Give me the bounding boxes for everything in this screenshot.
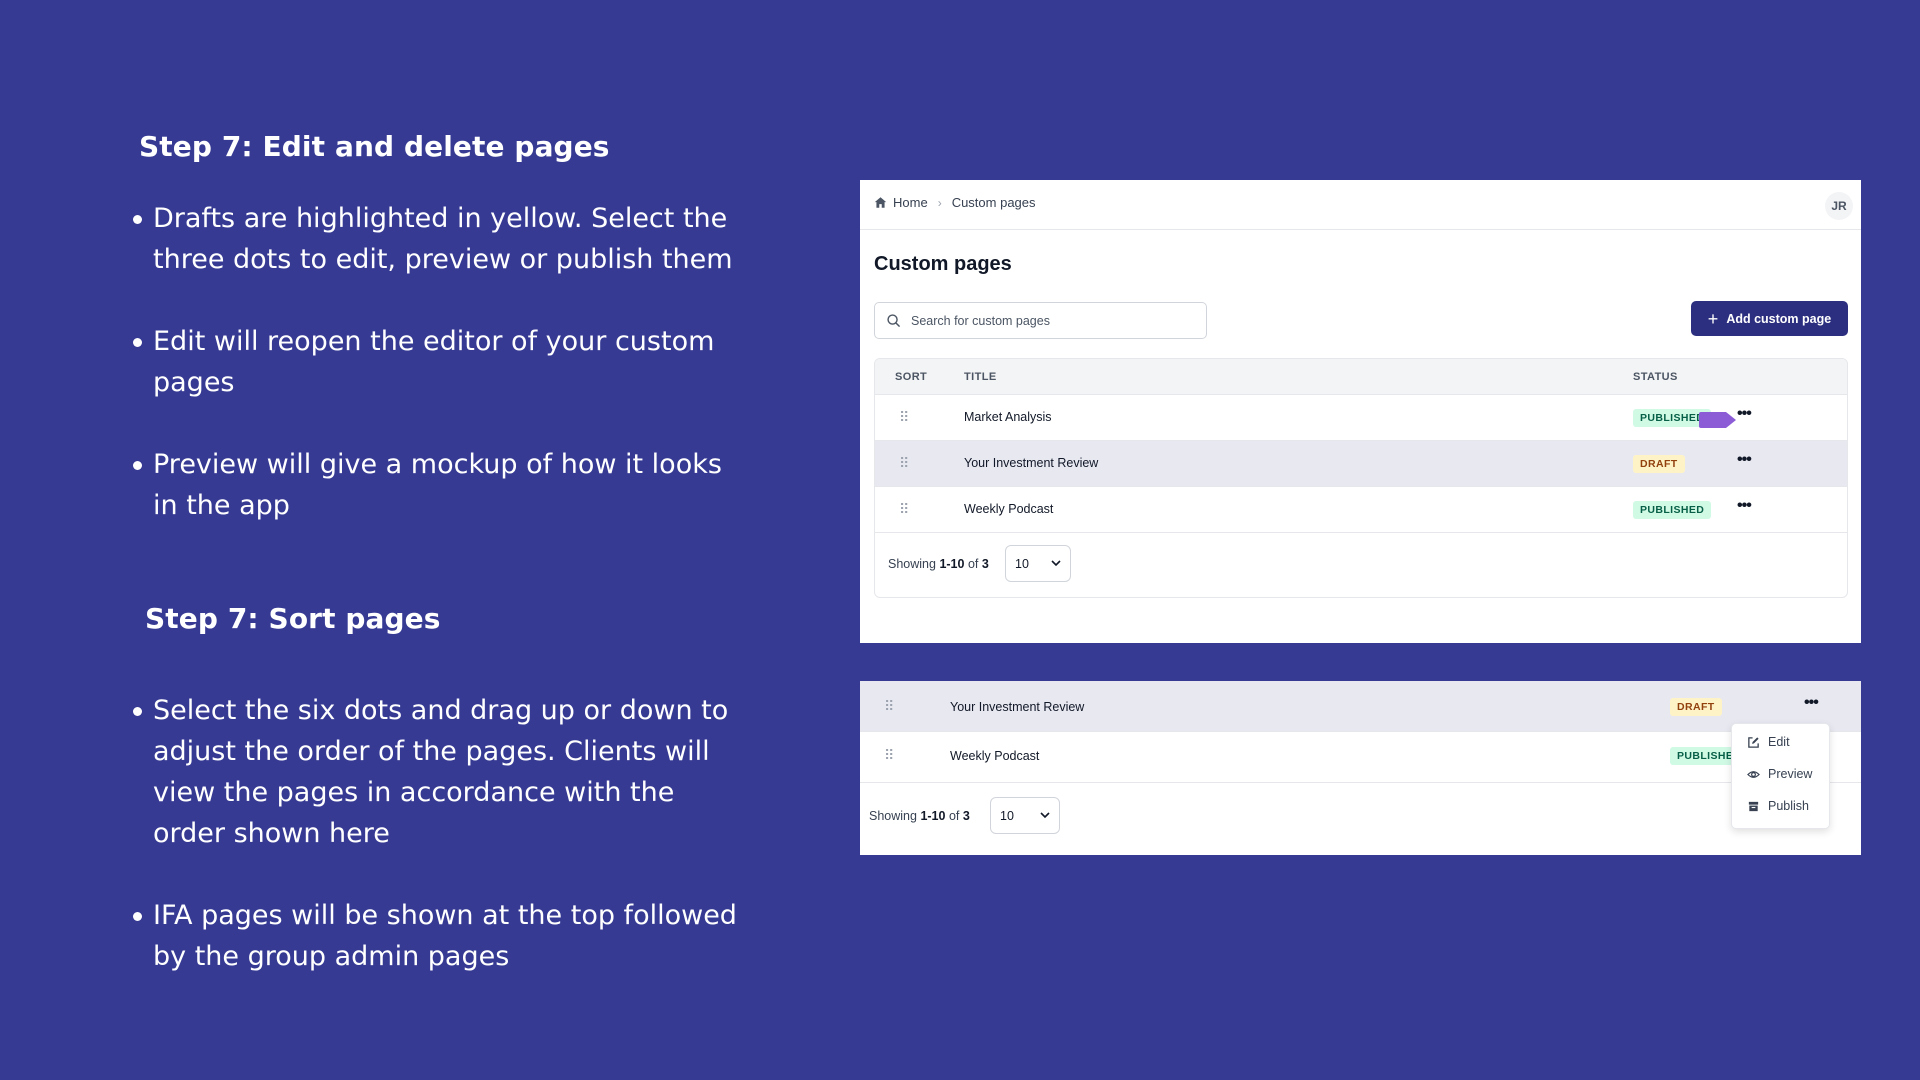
page-title-cell: Weekly Podcast: [964, 502, 1054, 516]
search-input[interactable]: Search for custom pages: [874, 302, 1207, 339]
search-placeholder: Search for custom pages: [911, 313, 1050, 328]
column-header-title[interactable]: TITLE: [964, 371, 997, 383]
arrow-tag-icon: [1699, 412, 1736, 428]
table-row: ⠿ Weekly Podcast PUBLISHE: [860, 732, 1861, 783]
menu-item-edit[interactable]: Edit: [1747, 735, 1790, 749]
per-page-select[interactable]: 10: [990, 797, 1060, 834]
status-badge: DRAFT: [1670, 698, 1722, 716]
per-page-select[interactable]: 10: [1005, 545, 1071, 582]
bullet-item: Select the six dots and drag up or down …: [133, 690, 753, 854]
drag-handle-icon[interactable]: ⠿: [899, 502, 909, 516]
custom-pages-table: SORT TITLE STATUS ⠿ Market Analysis PUBL…: [874, 358, 1848, 598]
drag-handle-icon[interactable]: ⠿: [899, 410, 909, 424]
add-custom-page-label: Add custom page: [1726, 311, 1832, 326]
pagination-summary: Showing 1-10 of 3: [869, 809, 970, 823]
column-header-status[interactable]: STATUS: [1633, 371, 1678, 383]
drag-handle-icon[interactable]: ⠿: [884, 699, 894, 713]
more-dots-icon[interactable]: •••: [1737, 497, 1752, 515]
top-bar: Home › Custom pages JR: [860, 180, 1861, 230]
per-page-value: 10: [1015, 556, 1029, 571]
edit-delete-bullet-list: Drafts are highlighted in yellow. Select…: [133, 198, 753, 567]
add-custom-page-button[interactable]: + Add custom page: [1691, 301, 1848, 336]
eye-icon: [1747, 770, 1760, 778]
avatar[interactable]: JR: [1825, 192, 1853, 220]
edit-icon: [1748, 736, 1759, 748]
bullet-item: Drafts are highlighted in yellow. Select…: [133, 198, 753, 280]
row-actions-menu: Edit Preview Publish: [1731, 723, 1830, 829]
table-row: ⠿ Your Investment Review DRAFT •••: [860, 681, 1861, 732]
publish-icon: [1748, 801, 1759, 811]
chevron-down-icon: [1051, 560, 1061, 567]
page-title-cell: Weekly Podcast: [950, 749, 1040, 763]
table-row: ⠿ Weekly Podcast PUBLISHED •••: [875, 486, 1847, 532]
table-footer: Showing 1-10 of 3 10: [875, 532, 1847, 592]
bullet-item: Preview will give a mockup of how it loo…: [133, 444, 753, 526]
chevron-right-icon: ›: [937, 195, 942, 210]
page-title-cell: Market Analysis: [964, 410, 1052, 424]
more-dots-icon[interactable]: •••: [1737, 451, 1752, 469]
section-heading-edit-delete: Step 7: Edit and delete pages: [139, 130, 610, 163]
table-footer: Showing 1-10 of 3 10: [860, 783, 1861, 843]
chevron-down-icon: [1040, 812, 1050, 819]
status-badge: PUBLISHED: [1633, 501, 1712, 519]
pagination-summary: Showing 1-10 of 3: [888, 557, 989, 571]
breadcrumb-home[interactable]: Home: [893, 195, 928, 210]
status-badge: PUBLISHE: [1670, 747, 1741, 765]
more-dots-icon[interactable]: •••: [1804, 694, 1819, 712]
plus-icon: +: [1707, 308, 1719, 329]
bullet-item: IFA pages will be shown at the top follo…: [133, 895, 753, 977]
drag-handle-icon[interactable]: ⠿: [899, 456, 909, 470]
page-title: Custom pages: [874, 253, 1012, 275]
breadcrumb-current: Custom pages: [951, 195, 1036, 210]
page-title-cell: Your Investment Review: [964, 456, 1099, 470]
page-title-cell: Your Investment Review: [950, 700, 1085, 714]
table-row: ⠿ Market Analysis PUBLISHED •••: [875, 394, 1847, 440]
custom-pages-screenshot: Home › Custom pages JR Custom pages Sear…: [860, 180, 1861, 643]
sort-bullet-list: Select the six dots and drag up or down …: [133, 690, 753, 1018]
status-badge: DRAFT: [1633, 455, 1685, 473]
table-row: ⠿ Your Investment Review DRAFT •••: [875, 440, 1847, 486]
sort-pages-screenshot: ⠿ Your Investment Review DRAFT ••• ⠿ Wee…: [860, 681, 1861, 855]
table-header: SORT TITLE STATUS: [875, 359, 1847, 394]
section-heading-sort: Step 7: Sort pages: [145, 602, 441, 635]
per-page-value: 10: [1000, 808, 1014, 823]
drag-handle-icon[interactable]: ⠿: [884, 748, 894, 762]
home-icon[interactable]: [874, 196, 887, 209]
menu-item-preview[interactable]: Preview: [1747, 767, 1812, 781]
more-dots-icon[interactable]: •••: [1737, 405, 1752, 423]
column-header-sort[interactable]: SORT: [895, 371, 927, 383]
breadcrumb: Home › Custom pages: [874, 195, 1036, 210]
search-icon: [887, 314, 900, 327]
menu-item-publish[interactable]: Publish: [1747, 799, 1809, 813]
bullet-item: Edit will reopen the editor of your cust…: [133, 321, 753, 403]
